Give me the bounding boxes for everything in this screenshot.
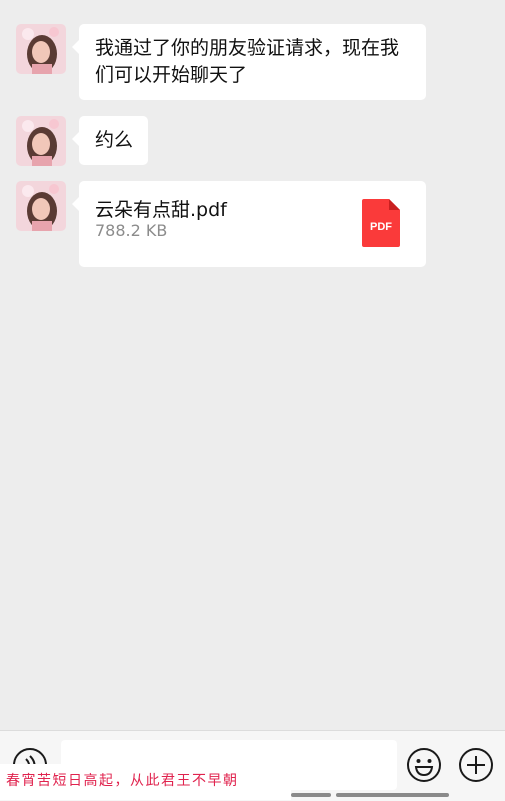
file-size: 788.2 KB (95, 221, 168, 240)
home-indicator (291, 793, 331, 797)
contact-avatar[interactable] (16, 181, 66, 231)
contact-avatar[interactable] (16, 116, 66, 166)
chat-area: 我通过了你的朋友验证请求，现在我们可以开始聊天了 约么 云朵有点甜.pdf 78… (0, 0, 505, 730)
emoji-icon[interactable] (406, 747, 442, 783)
message-text: 我通过了你的朋友验证请求，现在我们可以开始聊天了 (95, 37, 400, 86)
message-bubble[interactable]: 我通过了你的朋友验证请求，现在我们可以开始聊天了 (72, 24, 426, 100)
pdf-file-icon: PDF (362, 199, 400, 247)
message-bubble[interactable]: 约么 (71, 116, 149, 165)
contact-avatar[interactable] (16, 24, 66, 74)
plus-icon[interactable] (458, 747, 494, 783)
file-name: 云朵有点甜.pdf (95, 199, 227, 221)
home-indicator (336, 793, 449, 797)
file-message-bubble[interactable]: 云朵有点甜.pdf 788.2 KB PDF (72, 181, 426, 267)
watermark-caption: 春宵苦短日高起，从此君王不早朝 (0, 764, 291, 800)
message-text: 约么 (95, 129, 134, 151)
pdf-label: PDF (370, 221, 392, 233)
